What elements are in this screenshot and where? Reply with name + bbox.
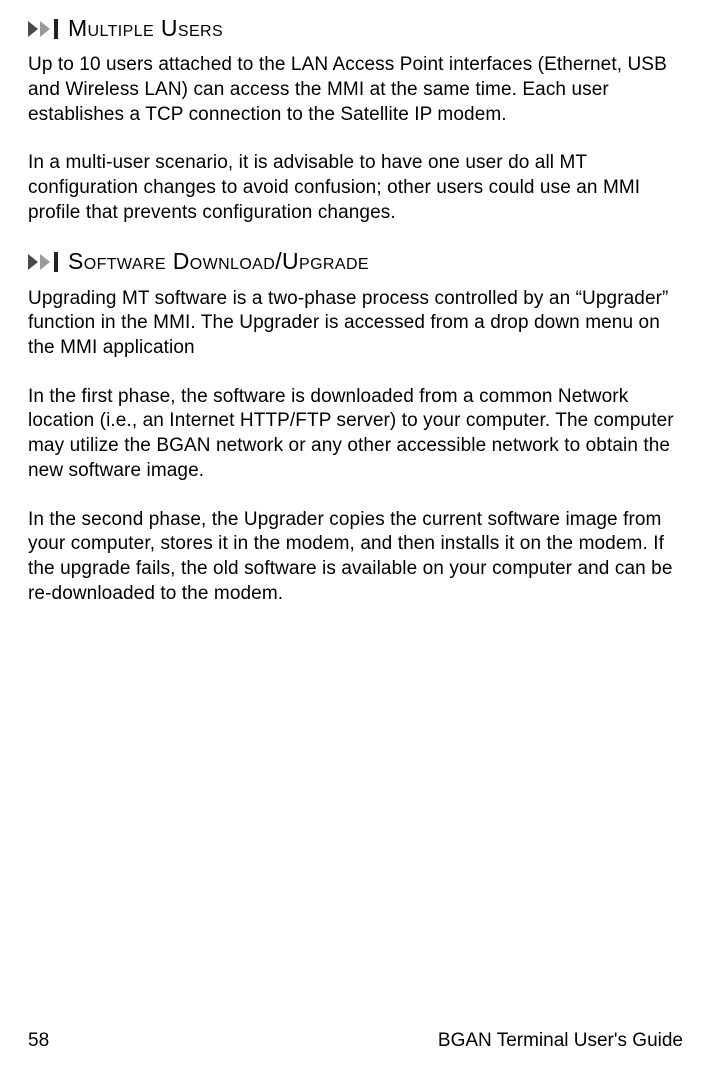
double-arrow-bar-icon [28,17,62,41]
body-paragraph: In the second phase, the Upgrader copies… [28,508,683,607]
heading-text: Multiple Users [68,16,223,41]
double-arrow-bar-icon [28,250,62,274]
footer-title: BGAN Terminal User's Guide [438,1030,683,1052]
heading-text: Software Download/Upgrade [68,249,369,274]
section-heading-multiple-users: Multiple Users [28,16,683,41]
body-paragraph: Upgrading MT software is a two-phase pro… [28,287,683,361]
body-paragraph: In the first phase, the software is down… [28,385,683,484]
page-number: 58 [28,1030,49,1052]
page-footer: 58 BGAN Terminal User's Guide [28,1030,683,1052]
section-heading-software-download: Software Download/Upgrade [28,249,683,274]
body-paragraph: In a multi-user scenario, it is advisabl… [28,151,683,225]
body-paragraph: Up to 10 users attached to the LAN Acces… [28,53,683,127]
